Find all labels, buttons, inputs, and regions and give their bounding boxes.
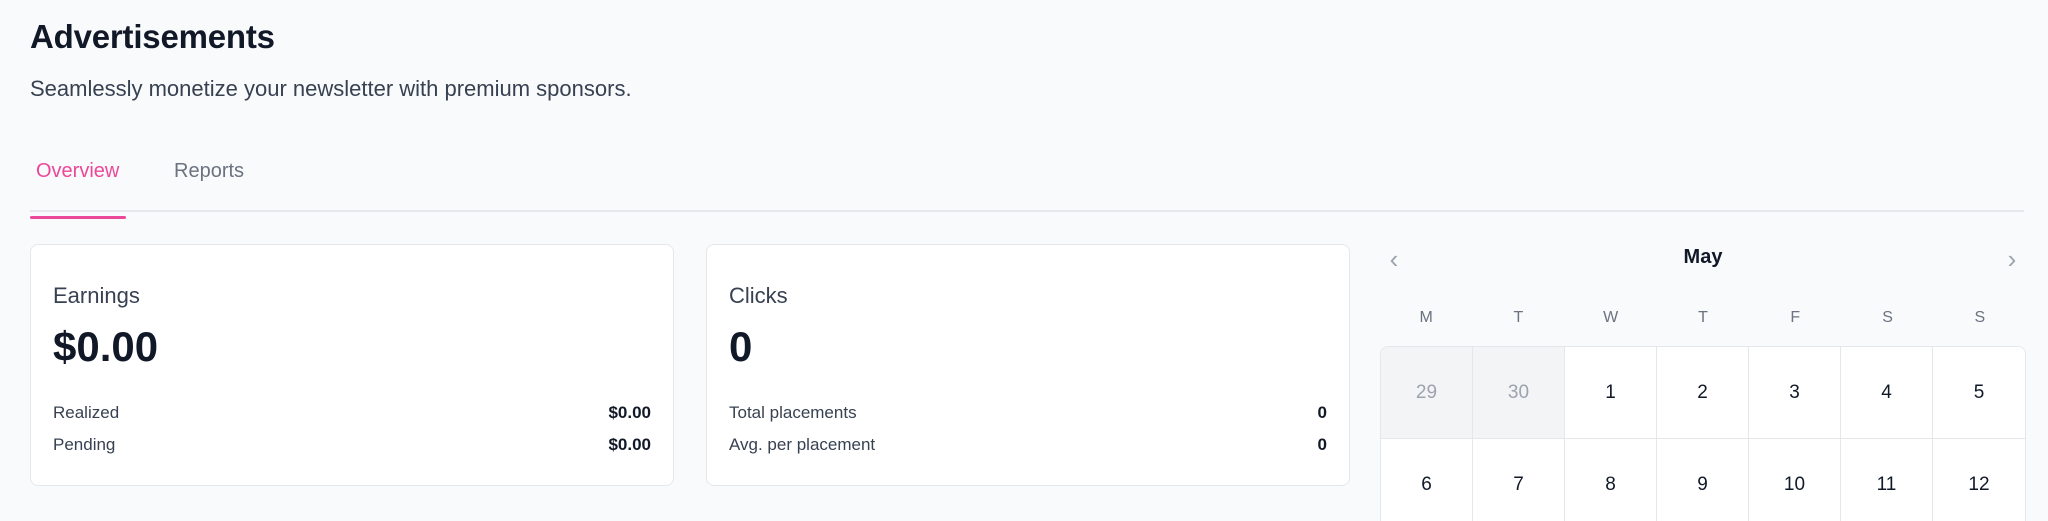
calendar-day[interactable]: 4 bbox=[1841, 347, 1933, 439]
tab-reports[interactable]: Reports bbox=[174, 160, 274, 212]
total-placements-label: Total placements bbox=[729, 403, 857, 422]
total-placements-value: 0 bbox=[1317, 403, 1327, 422]
weekday-label: W bbox=[1603, 309, 1619, 326]
tab-reports-label: Reports bbox=[174, 160, 245, 182]
page-subtitle: Seamlessly monetize your newsletter with… bbox=[30, 76, 632, 101]
weekday-label: S bbox=[1974, 309, 1986, 326]
realized-label: Realized bbox=[53, 403, 120, 422]
calendar-weekdays: M T W T F S S bbox=[1380, 309, 2026, 333]
chevron-right-icon[interactable]: › bbox=[1998, 244, 2026, 276]
calendar-grid: 29 30 1 2 3 4 5 6 7 8 9 10 11 12 bbox=[1380, 346, 2026, 521]
calendar-month: May bbox=[1683, 246, 1723, 268]
pending-label: Pending bbox=[53, 435, 116, 454]
earnings-card: Earnings $0.00 Realized $0.00 Pending $0… bbox=[30, 244, 674, 486]
calendar-day[interactable]: 2 bbox=[1657, 347, 1749, 439]
calendar-day[interactable]: 8 bbox=[1565, 439, 1657, 521]
calendar-day[interactable]: 3 bbox=[1749, 347, 1841, 439]
tab-overview[interactable]: Overview bbox=[30, 160, 126, 219]
calendar-day[interactable]: 1 bbox=[1565, 347, 1657, 439]
earnings-realized-row: Realized $0.00 bbox=[53, 403, 651, 427]
calendar: ‹ May › M T W T F S S 29 30 1 2 3 4 5 6 … bbox=[1380, 244, 2026, 521]
calendar-day[interactable]: 7 bbox=[1473, 439, 1565, 521]
realized-value: $0.00 bbox=[608, 403, 651, 422]
pending-value: $0.00 bbox=[608, 435, 651, 454]
calendar-day[interactable]: 12 bbox=[1933, 439, 2025, 521]
weekday-label: T bbox=[1513, 309, 1524, 326]
tab-bar: Overview Reports bbox=[30, 150, 2024, 219]
tab-overview-label: Overview bbox=[36, 160, 120, 182]
clicks-value: 0 bbox=[729, 323, 753, 370]
clicks-card: Clicks 0 Total placements 0 Avg. per pla… bbox=[706, 244, 1350, 486]
calendar-day[interactable]: 6 bbox=[1381, 439, 1473, 521]
avg-per-placement-row: Avg. per placement 0 bbox=[729, 435, 1327, 459]
weekday-label: M bbox=[1419, 309, 1433, 326]
avg-per-placement-value: 0 bbox=[1317, 435, 1327, 454]
calendar-day[interactable]: 9 bbox=[1657, 439, 1749, 521]
calendar-day[interactable]: 11 bbox=[1841, 439, 1933, 521]
page-title: Advertisements bbox=[30, 18, 275, 55]
earnings-pending-row: Pending $0.00 bbox=[53, 435, 651, 459]
weekday-label: T bbox=[1698, 309, 1708, 326]
weekday-label: S bbox=[1882, 309, 1893, 326]
weekday-label: F bbox=[1790, 309, 1801, 326]
earnings-value: $0.00 bbox=[53, 323, 159, 370]
calendar-day[interactable]: 29 bbox=[1381, 347, 1473, 439]
calendar-day[interactable]: 5 bbox=[1933, 347, 2025, 439]
calendar-day[interactable]: 30 bbox=[1473, 347, 1565, 439]
tab-active-indicator bbox=[30, 216, 126, 219]
clicks-label: Clicks bbox=[729, 283, 788, 308]
calendar-day[interactable]: 10 bbox=[1749, 439, 1841, 521]
total-placements-row: Total placements 0 bbox=[729, 403, 1327, 427]
advertisements-page: Advertisements Seamlessly monetize your … bbox=[0, 0, 2048, 521]
earnings-label: Earnings bbox=[53, 283, 140, 308]
avg-per-placement-label: Avg. per placement bbox=[729, 435, 876, 454]
